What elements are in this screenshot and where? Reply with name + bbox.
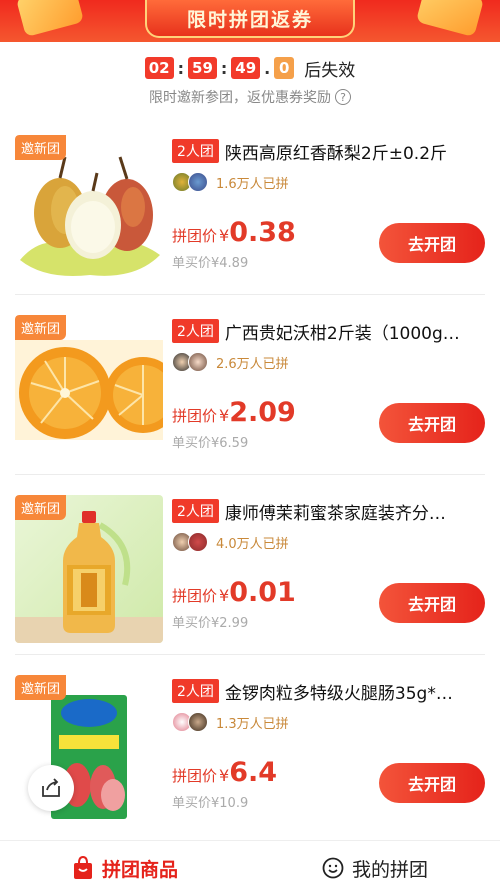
shopping-bag-icon: [73, 856, 92, 879]
bottom-tab-bar: 拼团商品 我的拼团: [0, 840, 500, 895]
price-label: 拼团价: [172, 227, 218, 245]
product-title[interactable]: 广西贵妃沃柑2斤装（1000g…: [225, 319, 487, 344]
group-size-tag: 2人团: [172, 679, 219, 703]
countdown-separator: .: [264, 58, 271, 78]
price-value: 0.38: [229, 217, 296, 248]
divider: [15, 294, 485, 295]
start-group-button[interactable]: 去开团: [379, 763, 485, 803]
new-group-badge: 邀新团: [15, 315, 67, 340]
tab-group-products[interactable]: 拼团商品: [0, 841, 250, 895]
group-size-tag: 2人团: [172, 319, 219, 343]
help-icon[interactable]: ?: [335, 89, 351, 105]
new-group-badge: 邀新团: [15, 495, 67, 520]
currency-symbol: ¥: [219, 406, 230, 425]
product-info: 2人团 康师傅茉莉蜜茶家庭装齐分… 4.0万人已拼 拼团价 ¥ 0.01 单买价…: [172, 497, 487, 647]
new-group-badge: 邀新团: [15, 675, 67, 700]
product-title[interactable]: 金锣肉粒多特级火腿肠35g*…: [225, 679, 487, 704]
top-banner: 限时拼团返券: [0, 0, 500, 42]
currency-symbol: ¥: [219, 766, 230, 785]
avatar: [188, 532, 208, 552]
group-size-tag: 2人团: [172, 499, 219, 523]
coupon-decoration-right: [415, 0, 485, 38]
countdown-seconds: 49: [231, 57, 261, 79]
subtitle: 限时邀新参团，返优惠券奖励 ?: [0, 86, 500, 108]
product-image[interactable]: 邀新团: [15, 135, 163, 283]
divider: [15, 474, 485, 475]
single-buy-price: 单买价¥4.89: [172, 256, 249, 271]
product-title[interactable]: 康师傅茉莉蜜茶家庭装齐分…: [225, 499, 487, 524]
countdown-separator: :: [177, 58, 185, 78]
product-info: 2人团 金锣肉粒多特级火腿肠35g*… 1.3万人已拼 拼团价 ¥ 6.4 单买…: [172, 677, 487, 827]
price-value: 2.09: [229, 397, 296, 428]
product-info: 2人团 陕西高原红香酥梨2斤±0.2斤 1.6万人已拼 拼团价 ¥ 0.38 单…: [172, 137, 487, 287]
tab-label: 我的拼团: [351, 858, 428, 881]
avatar-group: [172, 712, 208, 732]
start-group-button[interactable]: 去开团: [379, 403, 485, 443]
avatar: [188, 712, 208, 732]
price-value: 6.4: [229, 757, 278, 788]
new-group-badge: 邀新团: [15, 135, 67, 160]
tab-my-groups[interactable]: 我的拼团: [250, 841, 500, 895]
countdown-suffix: 后失效: [304, 60, 356, 81]
product-info: 2人团 广西贵妃沃柑2斤装（1000g… 2.6万人已拼 拼团价 ¥ 2.09 …: [172, 317, 487, 467]
avatar: [188, 172, 208, 192]
product-card[interactable]: 邀新团 2人团 广西贵妃沃柑2斤装（1000g… 2.6万人已拼 拼团价 ¥ 2…: [0, 305, 500, 475]
subtitle-text: 限时邀新参团，返优惠券奖励: [149, 90, 331, 106]
product-image[interactable]: 邀新团: [15, 315, 163, 463]
group-price: 拼团价 ¥ 6.4: [172, 757, 277, 788]
group-price: 拼团价 ¥ 2.09: [172, 397, 296, 428]
start-group-button[interactable]: 去开团: [379, 223, 485, 263]
product-card[interactable]: 邀新团 2人团 金锣肉粒多特级火腿肠35g*… 1.3万人已拼 拼团价 ¥ 6.…: [0, 665, 500, 835]
price-label: 拼团价: [172, 587, 218, 605]
joined-count: 1.6万人已拼: [216, 176, 289, 192]
avatar-group: [172, 352, 208, 372]
banner-ribbon: 限时拼团返券: [145, 0, 355, 38]
coupon-decoration-left: [15, 0, 85, 38]
currency-symbol: ¥: [219, 226, 230, 245]
joined-count: 4.0万人已拼: [216, 536, 289, 552]
single-buy-price: 单买价¥2.99: [172, 616, 249, 631]
tab-label: 拼团商品: [101, 858, 178, 881]
countdown-hours: 02: [144, 57, 174, 79]
price-label: 拼团价: [172, 767, 218, 785]
avatar: [188, 352, 208, 372]
countdown-tenths: 0: [274, 57, 295, 79]
countdown-minutes: 59: [188, 57, 217, 79]
currency-symbol: ¥: [219, 586, 230, 605]
product-card[interactable]: 邀新团 2人团 康师傅茉莉蜜茶家庭装齐分… 4.0万人已拼 拼团价 ¥ 0.01: [0, 485, 500, 655]
countdown-separator: :: [220, 58, 228, 78]
product-title[interactable]: 陕西高原红香酥梨2斤±0.2斤: [225, 139, 487, 164]
product-card[interactable]: 邀新团 2人团 陕西高原红香酥梨2斤±0.2斤 1.6万人已拼 拼团价 ¥ 0.…: [0, 125, 500, 295]
joined-count: 2.6万人已拼: [216, 356, 289, 372]
single-buy-price: 单买价¥6.59: [172, 436, 249, 451]
group-price: 拼团价 ¥ 0.38: [172, 217, 296, 248]
group-size-tag: 2人团: [172, 139, 219, 163]
avatar-group: [172, 532, 208, 552]
group-price: 拼团价 ¥ 0.01: [172, 577, 296, 608]
price-label: 拼团价: [172, 407, 218, 425]
divider: [15, 654, 485, 655]
joined-count: 1.3万人已拼: [216, 716, 289, 732]
smiley-icon: [322, 857, 344, 879]
avatar-group: [172, 172, 208, 192]
single-buy-price: 单买价¥10.9: [172, 796, 249, 811]
share-button[interactable]: [28, 765, 74, 811]
countdown-timer: 02 : 59 : 49 . 0 后失效: [0, 55, 500, 81]
share-icon: [42, 778, 60, 797]
banner-title: 限时拼团返券: [186, 8, 313, 31]
price-value: 0.01: [229, 577, 296, 608]
start-group-button[interactable]: 去开团: [379, 583, 485, 623]
product-image[interactable]: 邀新团: [15, 495, 163, 643]
